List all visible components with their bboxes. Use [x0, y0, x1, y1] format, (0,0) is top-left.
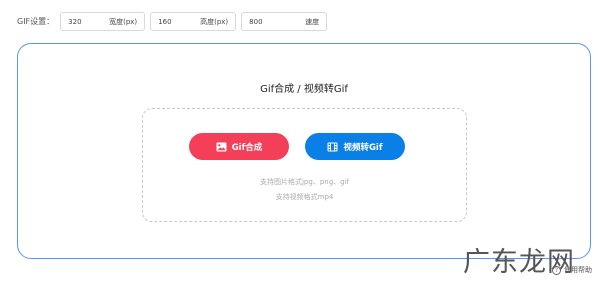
width-unit: 宽度(px) — [109, 17, 138, 26]
height-value: 160 — [158, 17, 172, 26]
width-input[interactable]: 320 宽度(px) — [60, 12, 146, 31]
main-panel: Gif合成 / 视频转Gif Gif合成 视频转Gif 支持图片格式jpg、pn… — [17, 43, 591, 259]
width-value: 320 — [68, 17, 82, 26]
help-link[interactable]: ? 使用帮助 — [552, 265, 592, 275]
upload-dropzone[interactable]: Gif合成 视频转Gif 支持图片格式jpg、png、gif 支持视频格式mp4 — [142, 108, 467, 222]
gif-settings-row: GIF设置： 320 宽度(px) 160 高度(px) 800 速度 — [17, 12, 332, 31]
image-format-hint: 支持图片格式jpg、png、gif — [259, 178, 349, 186]
panel-title: Gif合成 / 视频转Gif — [260, 84, 348, 95]
height-input[interactable]: 160 高度(px) — [150, 12, 237, 31]
gif-compose-label: Gif合成 — [231, 142, 263, 153]
video-to-gif-label: 视频转Gif — [343, 142, 383, 153]
gif-settings-label: GIF设置： — [17, 17, 55, 26]
film-icon — [327, 142, 338, 152]
image-icon — [216, 142, 227, 152]
height-unit: 高度(px) — [200, 17, 229, 26]
speed-unit: 速度 — [305, 17, 320, 26]
help-label: 使用帮助 — [564, 266, 592, 274]
speed-value: 800 — [249, 17, 263, 26]
question-circle-icon: ? — [552, 265, 561, 275]
speed-input[interactable]: 800 速度 — [241, 12, 328, 31]
gif-tool-page: GIF设置： 320 宽度(px) 160 高度(px) 800 速度 Gif合… — [0, 0, 600, 288]
gif-compose-button[interactable]: Gif合成 — [189, 133, 289, 160]
video-format-hint: 支持视频格式mp4 — [275, 193, 334, 201]
video-to-gif-button[interactable]: 视频转Gif — [305, 133, 405, 160]
